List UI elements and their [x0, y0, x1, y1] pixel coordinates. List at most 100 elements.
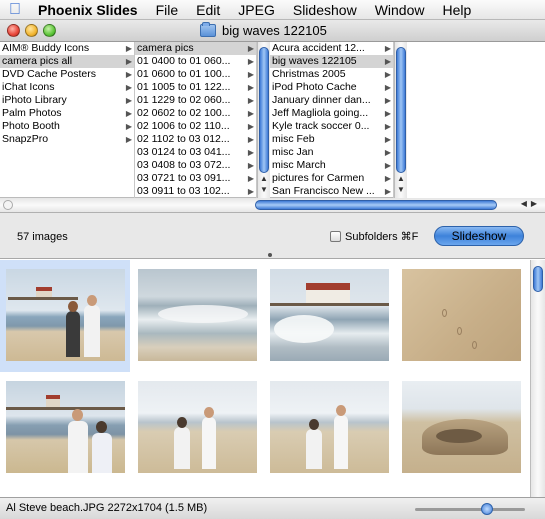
- column-3-scroll-thumb[interactable]: [396, 47, 406, 173]
- disclosure-arrow-icon: ▶: [247, 135, 254, 144]
- disclosure-arrow-icon: ▶: [247, 83, 254, 92]
- browser-row[interactable]: 01 1005 to 01 122... ▶: [135, 81, 256, 94]
- zoom-slider[interactable]: [415, 503, 525, 515]
- menu-app-name[interactable]: Phoenix Slides: [30, 2, 147, 18]
- menu-slideshow[interactable]: Slideshow: [284, 2, 366, 18]
- browser-row[interactable]: SnapzPro ▶: [0, 133, 134, 146]
- thumbnail-image[interactable]: [138, 381, 257, 473]
- browser-row[interactable]: Kyle track soccer 0... ▶: [270, 120, 393, 133]
- thumbnail-cell[interactable]: [0, 372, 130, 484]
- browser-row-label: 01 0400 to 01 060...: [137, 55, 231, 67]
- browser-column-2: camera pics ▶ 01 0400 to 01 060... ▶ 01 0600…: [135, 42, 257, 198]
- browser-row[interactable]: 01 0400 to 01 060... ▶: [135, 55, 256, 68]
- browser-row[interactable]: 02 1006 to 02 110... ▶: [135, 120, 256, 133]
- browser-row[interactable]: Christmas 2005 ▶: [270, 68, 393, 81]
- column-2-scrollbar[interactable]: ▲ ▼: [257, 42, 270, 198]
- scroll-down-arrow-icon[interactable]: ▼: [258, 185, 270, 194]
- scroll-up-arrow-icon[interactable]: ▲: [258, 174, 270, 183]
- window-title-text: big waves 122105: [222, 23, 327, 38]
- apple-menu-icon[interactable]: : [0, 1, 30, 19]
- disclosure-arrow-icon: ▶: [247, 57, 254, 66]
- thumbnail-image[interactable]: [270, 381, 389, 473]
- menu-window[interactable]: Window: [366, 2, 434, 18]
- subfolders-label[interactable]: Subfolders ⌘F: [345, 230, 418, 243]
- browser-row[interactable]: Photo Booth ▶: [0, 120, 134, 133]
- browser-empty-area: [407, 42, 545, 198]
- menu-jpeg[interactable]: JPEG: [229, 2, 284, 18]
- grid-scrollbar[interactable]: [530, 260, 545, 497]
- scroll-up-arrow-icon[interactable]: ▲: [395, 174, 407, 183]
- disclosure-arrow-icon: ▶: [125, 57, 132, 66]
- menu-help[interactable]: Help: [433, 2, 480, 18]
- thumbnail-cell[interactable]: [0, 260, 130, 372]
- browser-row-label: misc March: [272, 159, 326, 171]
- disclosure-arrow-icon: ▶: [384, 96, 391, 105]
- grid-scroll-thumb[interactable]: [533, 266, 543, 292]
- browser-row[interactable]: AIM® Buddy Icons ▶: [0, 42, 134, 55]
- browser-row[interactable]: 03 0911 to 03 102... ▶: [135, 185, 256, 198]
- window-title-bar[interactable]: big waves 122105: [0, 20, 545, 42]
- browser-row[interactable]: 03 0408 to 03 072... ▶: [135, 159, 256, 172]
- browser-horizontal-scrollbar[interactable]: ◀▶: [0, 198, 545, 213]
- browser-row[interactable]: 02 0602 to 02 100... ▶: [135, 107, 256, 120]
- thumbnail-cell[interactable]: [132, 372, 262, 484]
- scroll-down-arrow-icon[interactable]: ▼: [395, 185, 407, 194]
- thumbnail-cell[interactable]: [264, 372, 394, 484]
- browser-row[interactable]: misc March ▶: [270, 159, 393, 172]
- browser-row[interactable]: misc Jan ▶: [270, 146, 393, 159]
- thumbnail-image[interactable]: [402, 381, 521, 473]
- browser-row[interactable]: big waves 122105 ▶: [270, 55, 393, 68]
- browser-row[interactable]: 03 0721 to 03 091... ▶: [135, 172, 256, 185]
- browser-row-label: 03 0721 to 03 091...: [137, 172, 231, 184]
- browser-row[interactable]: 02 1102 to 03 012... ▶: [135, 133, 256, 146]
- scroll-left-right-arrows-icon[interactable]: ◀▶: [521, 199, 541, 208]
- browser-row-label: 03 0408 to 03 072...: [137, 159, 231, 171]
- browser-row[interactable]: iPhoto Library ▶: [0, 94, 134, 107]
- browser-row[interactable]: iChat Icons ▶: [0, 81, 134, 94]
- subfolders-option[interactable]: Subfolders ⌘F: [330, 230, 418, 243]
- browser-row[interactable]: Jeff Magliola going... ▶: [270, 107, 393, 120]
- subfolders-checkbox[interactable]: [330, 231, 341, 242]
- browser-row[interactable]: January dinner dan... ▶: [270, 94, 393, 107]
- thumbnail-image[interactable]: [270, 269, 389, 361]
- thumbnail-image[interactable]: [138, 269, 257, 361]
- thumbnail-image[interactable]: [6, 381, 125, 473]
- column-3-scrollbar[interactable]: ▲ ▼: [394, 42, 407, 198]
- browser-row[interactable]: 01 0600 to 01 100... ▶: [135, 68, 256, 81]
- browser-row[interactable]: 01 1229 to 02 060... ▶: [135, 94, 256, 107]
- browser-row[interactable]: camera pics ▶: [135, 42, 256, 55]
- browser-row[interactable]: San Francisco New ... ▶: [270, 185, 393, 198]
- browser-row[interactable]: misc Feb ▶: [270, 133, 393, 146]
- browser-row[interactable]: Acura accident 12... ▶: [270, 42, 393, 55]
- thumbnail-cell[interactable]: [396, 260, 526, 372]
- browser-row-label: misc Jan: [272, 146, 314, 158]
- browser-row[interactable]: Palm Photos ▶: [0, 107, 134, 120]
- splitter-handle[interactable]: [268, 253, 272, 257]
- browser-row[interactable]: camera pics all ▶: [0, 55, 134, 68]
- browser-row-label: iPhoto Library: [2, 94, 67, 106]
- zoom-slider-knob[interactable]: [480, 503, 493, 515]
- close-button[interactable]: [7, 24, 20, 37]
- minimize-button[interactable]: [25, 24, 38, 37]
- disclosure-arrow-icon: ▶: [247, 44, 254, 53]
- disclosure-arrow-icon: ▶: [384, 83, 391, 92]
- column-2-scroll-thumb[interactable]: [259, 47, 269, 173]
- browser-row[interactable]: 03 0124 to 03 041... ▶: [135, 146, 256, 159]
- browser-row[interactable]: DVD Cache Posters ▶: [0, 68, 134, 81]
- browser-row-label: pictures for Carmen: [272, 172, 365, 184]
- browser-row[interactable]: pictures for Carmen ▶: [270, 172, 393, 185]
- thumbnail-image[interactable]: [402, 269, 521, 361]
- menu-edit[interactable]: Edit: [187, 2, 229, 18]
- browser-row-label: Palm Photos: [2, 107, 62, 119]
- zoom-button[interactable]: [43, 24, 56, 37]
- thumbnail-cell[interactable]: [132, 260, 262, 372]
- image-count: 57 images: [17, 231, 68, 243]
- thumbnail-cell[interactable]: [264, 260, 394, 372]
- thumbnail-image[interactable]: [6, 269, 125, 361]
- disclosure-arrow-icon: ▶: [247, 122, 254, 131]
- horizontal-scroll-thumb[interactable]: [255, 200, 497, 210]
- slideshow-button[interactable]: Slideshow: [434, 226, 524, 246]
- menu-file[interactable]: File: [147, 2, 188, 18]
- thumbnail-cell[interactable]: [396, 372, 526, 484]
- browser-row[interactable]: iPod Photo Cache ▶: [270, 81, 393, 94]
